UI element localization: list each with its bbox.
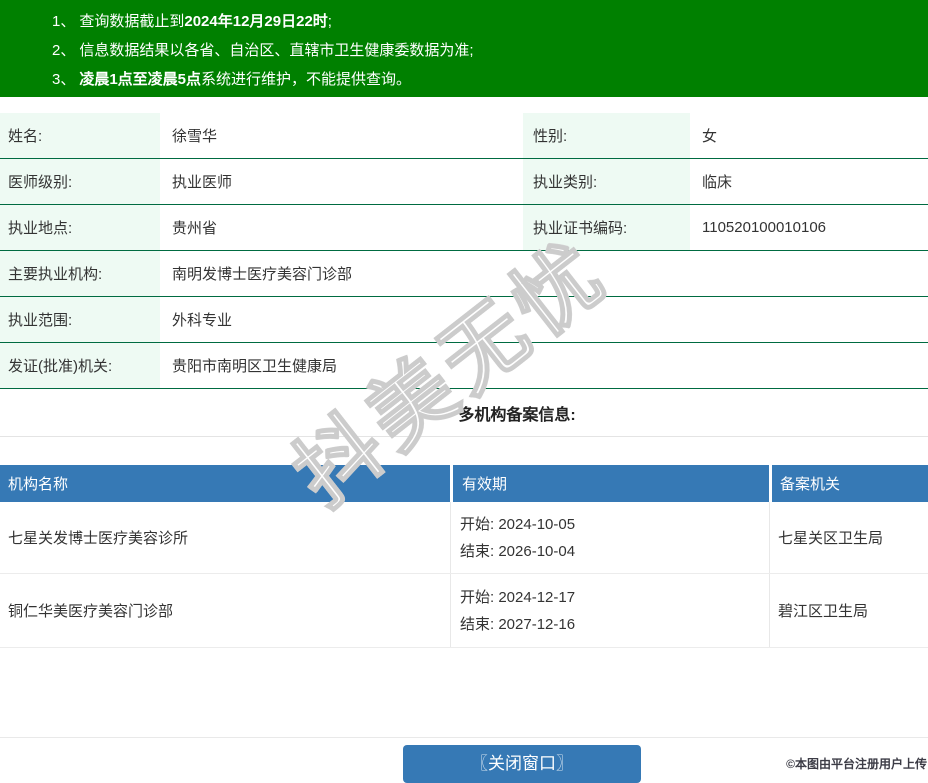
- notice-text-bold: 凌晨1点至凌晨5点: [79, 71, 202, 88]
- column-header-authority: 备案机关: [769, 465, 928, 502]
- registry-table: 机构名称 有效期 备案机关 七星关发博士医疗美容诊所 开始: 2024-10-0…: [0, 465, 928, 648]
- notice-text-bold: 2024年12月29日22时: [184, 13, 328, 30]
- table-row: 医师级别: 执业医师 执业类别: 临床: [0, 159, 928, 205]
- notice-number: 3、: [52, 71, 76, 88]
- table-row: 执业范围: 外科专业: [0, 297, 928, 343]
- notice-number: 2、: [52, 42, 76, 59]
- field-label-practice-location: 执业地点:: [0, 205, 160, 250]
- notice-number: 1、: [52, 13, 76, 30]
- cell-org-name: 铜仁华美医疗美容门诊部: [8, 603, 174, 620]
- close-window-button[interactable]: 〖关闭窗口〗: [403, 745, 641, 783]
- field-value-gender: 女: [702, 128, 718, 145]
- section-heading-row: 多机构备案信息:: [0, 389, 928, 437]
- field-value-practice-category: 临床: [702, 174, 733, 191]
- table-row: 发证(批准)机关: 贵阳市南明区卫生健康局: [0, 343, 928, 389]
- cell-org-name: 七星关发博士医疗美容诊所: [8, 530, 189, 547]
- practitioner-profile-table: 姓名: 徐雪华 性别: 女 医师级别: 执业医师 执业类别: 临床 执业地点: …: [0, 113, 928, 389]
- table-row: 执业地点: 贵州省 执业证书编码: 110520100010106: [0, 205, 928, 251]
- validity-start: 开始: 2024-10-05: [460, 515, 576, 533]
- table-row: 七星关发博士医疗美容诊所 开始: 2024-10-05 结束: 2026-10-…: [0, 502, 928, 574]
- cell-authority: 碧江区卫生局: [769, 574, 928, 647]
- upload-credit-text: ©本图由平台注册用户上传: [786, 757, 927, 771]
- field-label-name: 姓名:: [0, 113, 160, 158]
- column-header-org: 机构名称: [0, 465, 450, 502]
- column-header-validity: 有效期: [450, 465, 769, 502]
- validity-end: 结束: 2026-10-04: [460, 542, 576, 560]
- table-row: 铜仁华美医疗美容门诊部 开始: 2024-12-17 结束: 2027-12-1…: [0, 574, 928, 648]
- field-label-issuing-authority: 发证(批准)机关:: [0, 343, 160, 388]
- field-value-main-institution: 南明发博士医疗美容门诊部: [172, 266, 353, 283]
- notice-banner: 1、 查询数据截止到2024年12月29日22时; 2、 信息数据结果以各省、自治区…: [0, 0, 928, 97]
- validity-start: 开始: 2024-12-17: [460, 588, 576, 606]
- cell-authority: 七星关区卫生局: [769, 502, 928, 573]
- field-label-practice-scope: 执业范围:: [0, 297, 160, 342]
- notice-line: 2、 信息数据结果以各省、自治区、直辖市卫生健康委数据为准;: [52, 36, 918, 65]
- registry-table-header: 机构名称 有效期 备案机关: [0, 465, 928, 502]
- field-label-gender: 性别:: [523, 113, 690, 158]
- cell-validity: 开始: 2024-12-17 结束: 2027-12-16: [450, 574, 769, 647]
- table-row: 姓名: 徐雪华 性别: 女: [0, 113, 928, 159]
- notice-text: 查询数据截止到: [79, 13, 185, 30]
- validity-end: 结束: 2027-12-16: [460, 615, 576, 633]
- table-row: 主要执业机构: 南明发博士医疗美容门诊部: [0, 251, 928, 297]
- divider: [0, 737, 928, 738]
- field-value-issuing-authority: 贵阳市南明区卫生健康局: [172, 358, 338, 375]
- field-value-certificate-number: 110520100010106: [702, 219, 827, 236]
- cell-validity: 开始: 2024-10-05 结束: 2026-10-04: [450, 502, 769, 573]
- notice-line: 3、 凌晨1点至凌晨5点系统进行维护，不能提供查询。: [52, 65, 918, 94]
- notice-text: ;: [327, 13, 332, 30]
- notice-text: 系统进行维护，不能提供查询。: [201, 71, 412, 88]
- section-heading: 多机构备案信息:: [458, 406, 576, 424]
- notice-line: 1、 查询数据截止到2024年12月29日22时;: [52, 7, 918, 36]
- field-label-doctor-level: 医师级别:: [0, 159, 160, 204]
- field-value-practice-location: 贵州省: [172, 220, 218, 237]
- field-label-practice-category: 执业类别:: [523, 159, 690, 204]
- field-label-certificate-number: 执业证书编码:: [523, 205, 690, 250]
- field-value-practice-scope: 外科专业: [172, 312, 233, 329]
- field-value-doctor-level: 执业医师: [172, 174, 233, 191]
- notice-text: 信息数据结果以各省、自治区、直辖市卫生健康委数据为准;: [79, 42, 474, 59]
- field-value-name: 徐雪华: [172, 128, 218, 145]
- field-label-main-institution: 主要执业机构:: [0, 251, 160, 296]
